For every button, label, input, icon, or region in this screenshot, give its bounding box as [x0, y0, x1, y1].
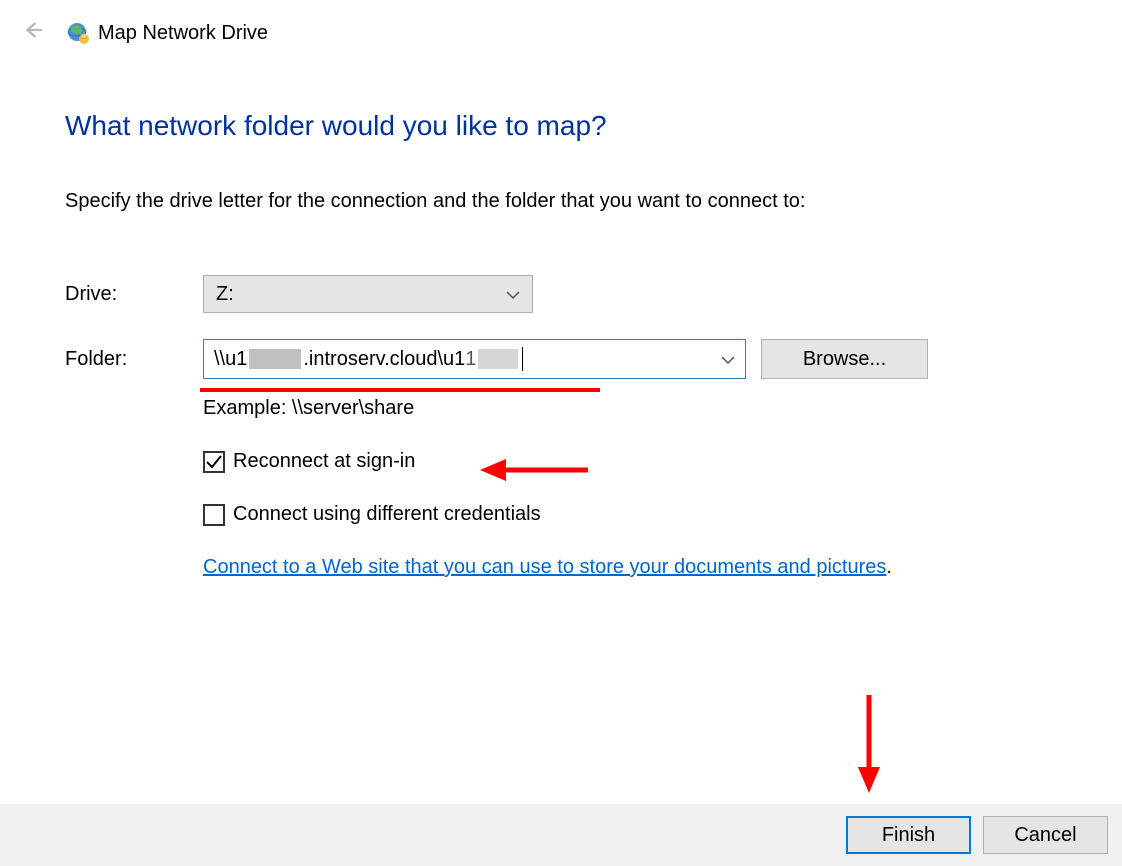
cancel-button[interactable]: Cancel: [983, 816, 1108, 854]
instruction-text: Specify the drive letter for the connect…: [65, 190, 1050, 213]
drive-value: Z:: [216, 283, 234, 306]
network-drive-icon: [64, 21, 88, 45]
folder-label: Folder:: [65, 348, 203, 371]
drive-label: Drive:: [65, 283, 203, 306]
website-link[interactable]: Connect to a Web site that you can use t…: [203, 556, 886, 578]
reconnect-label: Reconnect at sign-in: [233, 450, 415, 473]
bottom-toolbar: Finish Cancel: [0, 804, 1122, 866]
reconnect-checkbox[interactable]: [203, 451, 225, 473]
back-arrow-icon: [14, 19, 50, 47]
finish-button[interactable]: Finish: [846, 816, 971, 854]
browse-button[interactable]: Browse...: [761, 339, 928, 379]
folder-input[interactable]: \\u1.introserv.cloud\u11: [203, 339, 746, 379]
page-heading: What network folder would you like to ma…: [65, 110, 1050, 142]
annotation-arrow-left: [480, 455, 590, 489]
annotation-arrow-down: [849, 695, 889, 799]
credentials-checkbox[interactable]: [203, 504, 225, 526]
chevron-down-icon: [506, 283, 520, 306]
folder-value: \\u1.introserv.cloud\u11: [214, 347, 721, 371]
chevron-down-icon: [721, 348, 735, 371]
credentials-label: Connect using different credentials: [233, 503, 541, 526]
window-title: Map Network Drive: [98, 22, 268, 45]
example-text: Example: \\server\share: [203, 397, 1050, 420]
annotation-underline: [200, 388, 600, 392]
drive-dropdown[interactable]: Z:: [203, 275, 533, 313]
